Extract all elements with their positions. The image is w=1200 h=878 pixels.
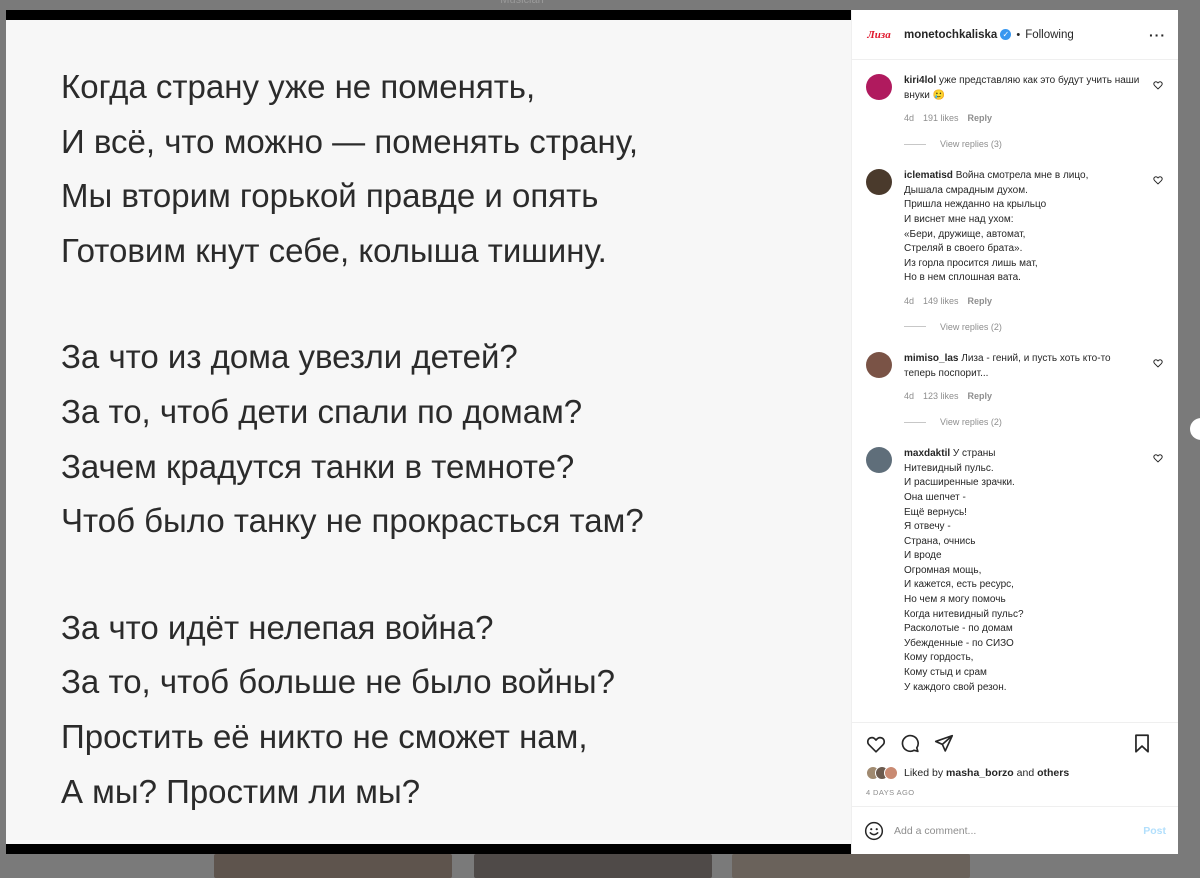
poem-stanza: За что из дома увезли детей? За то, чтоб … [61, 330, 851, 548]
emoji-icon[interactable] [864, 821, 884, 841]
liked-by-prefix: Liked by [904, 767, 944, 779]
share-paper-plane-icon[interactable] [934, 734, 954, 753]
commenter-username[interactable]: iclematisd [904, 170, 953, 181]
view-replies-label: View replies (2) [940, 417, 1002, 428]
commenter-username[interactable]: maxdaktil [904, 448, 950, 459]
comment-meta: 4d 149 likes Reply [904, 296, 1142, 306]
comment-likes-count[interactable]: 149 likes [923, 296, 959, 306]
view-replies-label: View replies (3) [940, 139, 1002, 150]
comment-body: iclematisd Война смотрела мне в лицо, Ды… [904, 169, 1164, 332]
post-comment-button[interactable]: Post [1143, 825, 1166, 837]
comment-likes-count[interactable]: 191 likes [923, 113, 959, 123]
poem-line: Мы вторим горькой правде и опять [61, 177, 599, 215]
post-date[interactable]: 4 DAYS AGO [852, 782, 1178, 806]
comment-item: maxdaktil У страны Нитевидный пульс. И р… [866, 447, 1164, 695]
comment-item: mimiso_las Лиза - гений, и пусть хоть кт… [866, 351, 1164, 427]
comment-bubble-icon[interactable] [900, 734, 920, 753]
comment-age[interactable]: 4d [904, 113, 914, 123]
post-header: Лиза monetochkaliska ✓ • Following ··· [852, 10, 1178, 60]
poem-line: А мы? Простим ли мы? [61, 772, 421, 810]
post-image: Когда страну уже не поменять, И всё, что … [6, 10, 851, 854]
comment-body: mimiso_las Лиза - гений, и пусть хоть кт… [904, 352, 1164, 427]
poem-line: Когда страну уже не поменять, [61, 68, 536, 105]
poem-line: За то, чтоб больше не было войны? [61, 663, 615, 701]
background-thumbnail[interactable] [474, 854, 712, 878]
following-button[interactable]: Following [1025, 29, 1074, 41]
poem-stanza: За что идёт нелепая война? За то, чтоб бо… [61, 601, 851, 819]
commenter-username[interactable]: mimiso_las [904, 353, 958, 364]
comment-like-heart-icon[interactable] [1153, 453, 1164, 464]
view-replies-button[interactable]: View replies (3) [904, 139, 1142, 149]
action-bar [852, 722, 1178, 764]
comment-text: iclematisd Война смотрела мне в лицо, Ды… [904, 169, 1142, 286]
separator-dot: • [1016, 28, 1021, 41]
more-options-icon[interactable]: ··· [1149, 27, 1166, 43]
view-replies-button[interactable]: View replies (2) [904, 417, 1142, 427]
view-replies-label: View replies (2) [940, 321, 1002, 332]
poem-line: Чтоб было танку не прокрасться там? [61, 502, 644, 540]
comment-likes-count[interactable]: 123 likes [923, 391, 959, 401]
liked-by-others-link[interactable]: others [1037, 767, 1069, 779]
poem-stanza: Когда страну уже не поменять, И всё, что … [61, 60, 851, 278]
add-comment-bar: Post [852, 806, 1178, 854]
liked-by-and: and [1016, 767, 1035, 779]
comment-item: iclematisd Война смотрела мне в лицо, Ды… [866, 169, 1164, 332]
bookmark-icon[interactable] [1134, 734, 1150, 753]
likes-summary: Liked by masha_borzo and others [852, 764, 1178, 782]
comment-input[interactable] [894, 824, 1144, 837]
liked-by-user-link[interactable]: masha_borzo [946, 767, 1014, 779]
comment-content: У страны Нитевидный пульс. И расширенные… [904, 448, 1024, 693]
comments-list[interactable]: kiri4lol уже представляю как это будут у… [852, 60, 1178, 722]
comment-like-heart-icon[interactable] [1153, 175, 1164, 186]
poem-text: Когда страну уже не поменять, И всё, что … [6, 20, 851, 844]
replies-divider [904, 421, 926, 423]
post-sidebar: Лиза monetochkaliska ✓ • Following ··· k… [851, 10, 1178, 854]
comment-like-heart-icon[interactable] [1153, 358, 1164, 369]
view-replies-button[interactable]: View replies (2) [904, 322, 1142, 332]
comment-like-heart-icon[interactable] [1153, 80, 1164, 91]
comment-text: maxdaktil У страны Нитевидный пульс. И р… [904, 447, 1142, 695]
poem-line: И всё, что можно — поменять страну, [61, 122, 639, 160]
replies-divider [904, 143, 926, 145]
post-modal: Когда страну уже не поменять, И всё, что … [6, 10, 1178, 854]
commenter-avatar[interactable] [866, 447, 892, 474]
liker-avatars [866, 766, 898, 780]
poem-line: Зачем крадутся танки в темноте? [61, 447, 575, 485]
poem-line: За что идёт нелепая война? [61, 608, 494, 646]
poem-line: Готовим кнут себе, колыша тишину. [61, 231, 607, 269]
comment-content: Война смотрела мне в лицо, Дышала смрадн… [904, 170, 1089, 284]
profile-avatar[interactable]: Лиза [864, 19, 894, 50]
comment-age[interactable]: 4d [904, 391, 914, 401]
next-post-button[interactable] [1190, 418, 1200, 440]
poem-line: За то, чтоб дети спали по домам? [61, 392, 583, 430]
poem-line: За что из дома увезли детей? [61, 338, 518, 376]
backdrop-label: Musician [500, 0, 544, 6]
verified-badge-icon: ✓ [1000, 29, 1012, 40]
comment-item: kiri4lol уже представляю как это будут у… [866, 74, 1164, 149]
comment-age[interactable]: 4d [904, 296, 914, 306]
background-thumbnail[interactable] [732, 854, 970, 878]
comment-text: kiri4lol уже представляю как это будут у… [904, 74, 1142, 103]
comment-body: kiri4lol уже представляю как это будут у… [904, 74, 1164, 149]
commenter-avatar[interactable] [866, 351, 892, 378]
comment-content: уже представляю как это будут учить наши… [904, 75, 1140, 101]
commenter-username[interactable]: kiri4lol [904, 75, 936, 86]
comment-meta: 4d 123 likes Reply [904, 391, 1142, 401]
reply-button[interactable]: Reply [968, 296, 993, 306]
avatar [884, 766, 898, 780]
background-thumbnail[interactable] [214, 854, 452, 878]
commenter-avatar[interactable] [866, 169, 892, 196]
reply-button[interactable]: Reply [968, 113, 993, 123]
profile-username[interactable]: monetochkaliska [904, 29, 997, 41]
commenter-avatar[interactable] [866, 74, 892, 100]
replies-divider [904, 326, 926, 328]
comment-text: mimiso_las Лиза - гений, и пусть хоть кт… [904, 352, 1142, 381]
reply-button[interactable]: Reply [968, 391, 993, 401]
poem-line: Простить её никто не сможет нам, [61, 717, 588, 755]
liked-by-text: Liked by masha_borzo and others [904, 767, 1069, 779]
comment-meta: 4d 191 likes Reply [904, 113, 1142, 123]
comment-body: maxdaktil У страны Нитевидный пульс. И р… [904, 447, 1164, 695]
like-heart-icon[interactable] [866, 735, 886, 753]
